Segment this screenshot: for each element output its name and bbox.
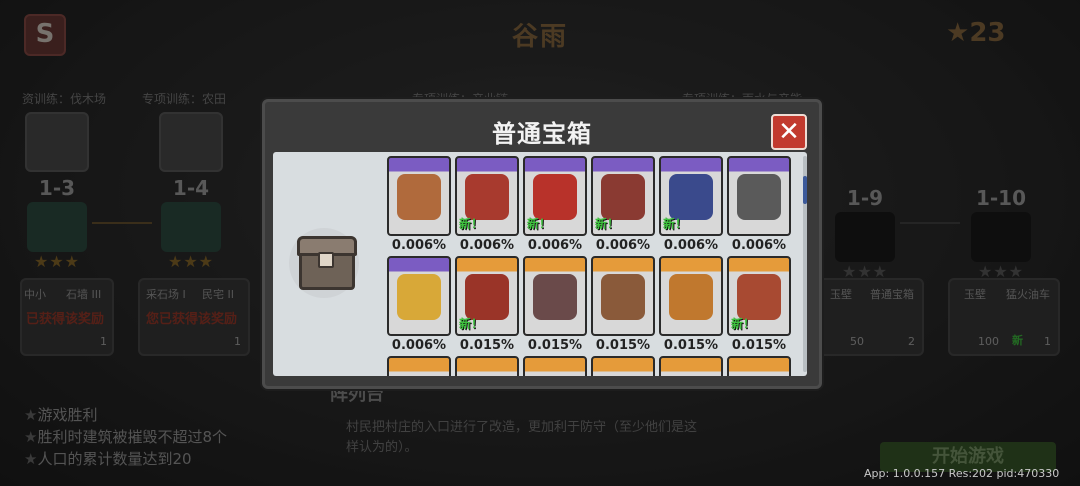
item-card: 新！ bbox=[455, 156, 519, 236]
chest-item[interactable]: 0.015% bbox=[591, 256, 655, 353]
new-badge: 新！ bbox=[527, 217, 552, 231]
chest-item[interactable]: 0.006% bbox=[727, 156, 791, 253]
chest-item[interactable]: 新！ 0.006% bbox=[591, 156, 655, 253]
dialog-title: 普通宝箱 bbox=[492, 120, 592, 148]
chest-item[interactable]: 新！ 0.006% bbox=[523, 156, 587, 253]
drop-rate: 0.006% bbox=[391, 238, 447, 253]
dialog-content[interactable]: 0.006% 新！ 0.006% 新！ 0.006% 新！ 0.006% 新！ 0.006% 0.… bbox=[273, 152, 807, 376]
scroll-thumb[interactable] bbox=[803, 176, 807, 204]
item-card: 新！ bbox=[659, 156, 723, 236]
item-card bbox=[727, 356, 791, 376]
chest-item[interactable] bbox=[523, 356, 587, 376]
chest-item[interactable]: 新！ 0.015% bbox=[455, 256, 519, 353]
drop-rate: 0.006% bbox=[527, 238, 583, 253]
cannon-cart-icon bbox=[737, 274, 781, 320]
drop-rate: 0.015% bbox=[731, 338, 787, 353]
blue-hat-general-icon bbox=[669, 174, 713, 220]
item-card bbox=[455, 356, 519, 376]
chest-item[interactable] bbox=[659, 356, 723, 376]
drop-rate: 0.015% bbox=[595, 338, 651, 353]
drop-rate: 0.015% bbox=[459, 338, 515, 353]
chest-item[interactable] bbox=[455, 356, 519, 376]
item-card bbox=[387, 156, 451, 236]
drop-rate: 0.006% bbox=[391, 338, 447, 353]
close-button[interactable]: ✕ bbox=[771, 114, 807, 150]
chest-item[interactable]: 0.015% bbox=[659, 256, 723, 353]
new-badge: 新！ bbox=[663, 217, 688, 231]
chest-item[interactable] bbox=[727, 356, 791, 376]
red-soldier-icon bbox=[465, 274, 509, 320]
scrollbar[interactable] bbox=[803, 156, 807, 372]
item-card bbox=[523, 256, 587, 336]
item-card bbox=[591, 356, 655, 376]
drop-rate: 0.006% bbox=[663, 238, 719, 253]
catapult-icon bbox=[601, 274, 645, 320]
chest-item[interactable]: 新！ 0.015% bbox=[727, 256, 791, 353]
helmet-knight-icon bbox=[601, 174, 645, 220]
robot-tower-icon bbox=[737, 174, 781, 220]
chest-item[interactable]: 0.006% bbox=[387, 156, 451, 253]
new-badge: 新！ bbox=[731, 317, 756, 331]
chest-icon bbox=[289, 228, 359, 298]
red-hat-hero-icon bbox=[533, 174, 577, 220]
red-warrior-icon bbox=[465, 174, 509, 220]
drop-rate: 0.006% bbox=[459, 238, 515, 253]
drop-rate: 0.015% bbox=[527, 338, 583, 353]
close-icon: ✕ bbox=[778, 117, 800, 147]
chest-item[interactable]: 新！ 0.006% bbox=[455, 156, 519, 253]
item-card: 新！ bbox=[727, 256, 791, 336]
chest-item[interactable]: 0.015% bbox=[523, 256, 587, 353]
chest-item[interactable] bbox=[387, 356, 451, 376]
chest-item[interactable] bbox=[591, 356, 655, 376]
armor-piece-icon bbox=[397, 174, 441, 220]
item-card: 新！ bbox=[523, 156, 587, 236]
version-info: App: 1.0.0.157 Res:202 pid:470330 bbox=[864, 467, 1060, 480]
chest-item[interactable]: 0.006% bbox=[387, 256, 451, 353]
witch-hat-icon bbox=[669, 274, 713, 320]
chest-contents-dialog: 普通宝箱 ✕ 0.006% 新！ 0.006% 新！ 0.006% 新！ 0.006% 新！ 0… bbox=[262, 99, 822, 389]
new-badge: 新！ bbox=[459, 317, 484, 331]
drop-rate: 0.015% bbox=[663, 338, 719, 353]
drop-rate: 0.006% bbox=[595, 238, 651, 253]
item-card bbox=[387, 356, 451, 376]
item-card: 新！ bbox=[591, 156, 655, 236]
item-card bbox=[727, 156, 791, 236]
new-badge: 新！ bbox=[595, 217, 620, 231]
item-card bbox=[523, 356, 587, 376]
item-card bbox=[387, 256, 451, 336]
new-badge: 新！ bbox=[459, 217, 484, 231]
drop-rate: 0.006% bbox=[731, 238, 787, 253]
item-card: 新！ bbox=[455, 256, 519, 336]
item-card bbox=[591, 256, 655, 336]
golden-totem-icon bbox=[397, 274, 441, 320]
hooded-brute-icon bbox=[533, 274, 577, 320]
item-card bbox=[659, 356, 723, 376]
chest-item[interactable]: 新！ 0.006% bbox=[659, 156, 723, 253]
item-card bbox=[659, 256, 723, 336]
